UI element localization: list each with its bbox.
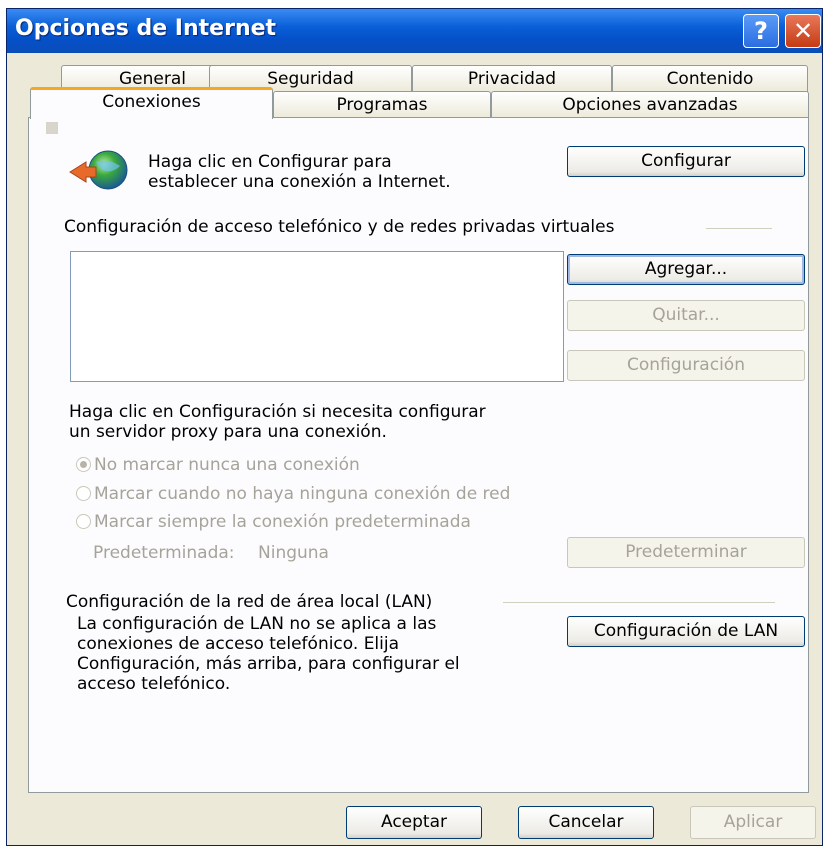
- dialup-separator: [706, 228, 772, 229]
- panel-marker: [46, 122, 58, 134]
- apply-button[interactable]: Aplicar: [690, 806, 816, 839]
- setup-text-line1: Haga clic en Configurar para: [148, 152, 392, 172]
- proxy-text-line2: un servidor proxy para una conexión.: [69, 422, 387, 442]
- lan-settings-button[interactable]: Configuración de LAN: [567, 616, 805, 647]
- proxy-text-line1: Haga clic en Configuración si necesita c…: [69, 402, 486, 422]
- dialup-connections-list[interactable]: [70, 251, 564, 382]
- dialup-heading: Configuración de acceso telefónico y de …: [64, 217, 615, 237]
- help-button[interactable]: ?: [743, 14, 779, 48]
- lan-text-line2: conexiones de acceso telefónico. Elija: [77, 634, 400, 654]
- setup-text-line2: establecer una conexión a Internet.: [148, 172, 451, 192]
- radio-dial-when-no-network[interactable]: [76, 486, 91, 501]
- tab-programas[interactable]: Programas: [273, 91, 491, 119]
- settings-button[interactable]: Configuración: [567, 350, 805, 381]
- lan-heading: Configuración de la red de área local (L…: [66, 592, 433, 612]
- set-default-button[interactable]: Predeterminar: [567, 537, 805, 568]
- tab-conexiones[interactable]: Conexiones: [30, 87, 273, 119]
- radio-never-dial[interactable]: [76, 457, 91, 472]
- cancel-button[interactable]: Cancelar: [518, 806, 654, 839]
- radio-dial-when-no-network-label: Marcar cuando no haya ninguna conexión d…: [94, 484, 511, 504]
- radio-always-dial-default-label: Marcar siempre la conexión predeterminad…: [94, 512, 471, 532]
- tab-opciones-avanzadas[interactable]: Opciones avanzadas: [491, 91, 809, 119]
- ok-button[interactable]: Aceptar: [346, 806, 482, 839]
- lan-text-line3: Configuración, más arriba, para configur…: [77, 654, 460, 674]
- radio-always-dial-default[interactable]: [76, 514, 91, 529]
- close-button[interactable]: ✕: [785, 14, 821, 48]
- lan-text-line1: La configuración de LAN no se aplica a l…: [77, 614, 437, 634]
- window-title: Opciones de Internet: [15, 16, 277, 41]
- lan-separator: [503, 602, 775, 603]
- configure-button[interactable]: Configurar: [567, 146, 805, 177]
- remove-button[interactable]: Quitar...: [567, 300, 805, 331]
- radio-dot: [80, 461, 87, 468]
- lan-text-line4: acceso telefónico.: [77, 674, 231, 694]
- network-globe-icon: [69, 150, 128, 190]
- tab-contenido[interactable]: Contenido: [612, 65, 808, 93]
- add-button[interactable]: Agregar...: [567, 254, 805, 285]
- default-connection-label: Predeterminada:: [93, 543, 235, 563]
- title-bar[interactable]: Opciones de Internet ? ✕: [7, 9, 822, 53]
- radio-never-dial-label: No marcar nunca una conexión: [94, 455, 360, 475]
- tab-privacidad[interactable]: Privacidad: [412, 65, 612, 93]
- default-connection-value: Ninguna: [258, 543, 329, 563]
